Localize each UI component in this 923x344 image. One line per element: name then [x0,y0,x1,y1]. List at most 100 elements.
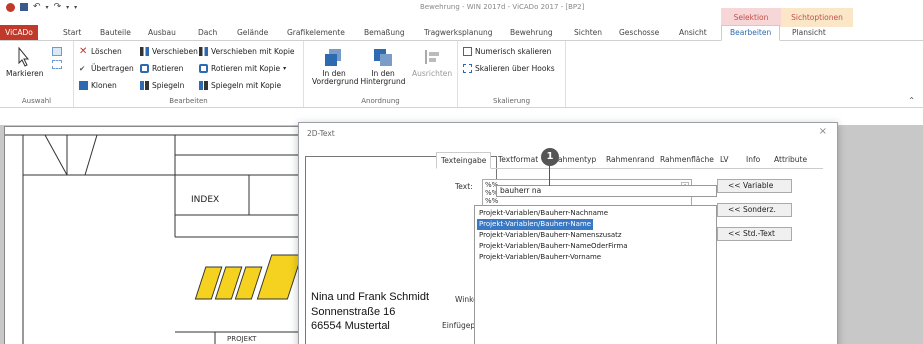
sonderzeichen-button[interactable]: << Sonderz. [717,203,792,217]
spiegeln-kopie-button[interactable]: Spiegeln mit Kopie [199,81,281,90]
window-title: Bewehrung - WIN 2017d - ViCADo 2017 - [B… [420,3,585,11]
group-anordnung: In den Vordergrund In den Hintergrund Au… [304,41,458,107]
delete-icon: ✕ [79,46,88,57]
preview-line: 66554 Mustertal [311,320,390,332]
callout-line [549,166,550,186]
tab-grafikelemente[interactable]: Grafikelemente [287,28,345,37]
skalieren-hooks-label: Skalieren über Hooks [475,64,555,73]
tab-file[interactable]: ViCADo [0,25,38,40]
rotate-copy-icon [199,64,208,73]
bring-to-front-icon [323,47,345,67]
preview-line: Sonnenstraße 16 [311,305,396,318]
dropdown-icon[interactable]: ▾ [66,4,69,11]
app-window: ↶ ▾ ↷ ▾ ▾ Bewehrung - WIN 2017d - ViCADo… [0,0,923,344]
tab-sichten[interactable]: Sichten [574,28,602,37]
loeschen-label: Löschen [91,47,122,56]
spiegeln-label: Spiegeln [152,81,185,90]
quick-access-toolbar: ↶ ▾ ↷ ▾ ▾ [6,2,77,12]
tab-texteingabe[interactable]: Texteingabe [436,152,492,169]
variable-search-input[interactable]: bauherr na [496,185,717,197]
numerisch-skalieren-button[interactable]: Numerisch skalieren [463,47,551,56]
standardtext-button[interactable]: << Std.-Text [717,227,792,241]
move-copy-icon [199,47,208,56]
tab-gelaende[interactable]: Gelände [237,28,268,37]
tab-dach[interactable]: Dach [198,28,217,37]
scale-numeric-icon [463,47,472,56]
tab-ausbau[interactable]: Ausbau [148,28,176,37]
verschieben-button[interactable]: Verschieben [140,47,198,56]
mb-logo-icon [194,254,301,300]
scale-hooks-icon [463,64,472,73]
text-row: %% [485,197,499,205]
skalieren-hooks-button[interactable]: Skalieren über Hooks [463,64,555,73]
save-icon[interactable] [20,3,28,11]
close-icon[interactable]: × [819,126,827,137]
group-label-auswahl: Auswahl [21,97,52,105]
context-tab-sichtoptionen[interactable]: Sichtoptionen [781,8,853,27]
tab-rahmentyp[interactable]: Rahmentyp [553,155,596,164]
ausrichten-button[interactable]: Ausrichten [412,47,452,78]
tab-geschosse[interactable]: Geschosse [619,28,659,37]
tab-rahmenrand[interactable]: Rahmenrand [606,155,654,164]
group-label-bearbeiten: Bearbeiten [169,97,208,105]
projekt-label: PROJEKT [227,335,257,343]
ribbon-tab-row: ViCADo Start Bauteile Ausbau Dach Geländ… [0,25,923,41]
uebertragen-button[interactable]: ✔ Übertragen [79,64,134,73]
dropdown-item[interactable]: Projekt-Variablen/Bauherr-NameOderFirma [477,241,630,252]
verschieben-kopie-button[interactable]: Verschieben mit Kopie [199,47,295,56]
dialog-2d-text: 2D-Text × Nina und Frank Schmidt Sonnens… [298,122,838,344]
klonen-button[interactable]: Klonen [79,81,117,90]
rotieren-kopie-label: Rotieren mit Kopie [211,64,281,73]
tab-bearbeiten[interactable]: Bearbeiten [721,25,781,41]
tab-textformat[interactable]: Textformat [498,155,538,164]
text-label: Text: [455,182,473,191]
select-mode-icon[interactable] [52,47,62,56]
dropdown-item[interactable]: Projekt-Variablen/Bauherr-Nachname [477,208,610,219]
tab-bauteile[interactable]: Bauteile [100,28,131,37]
tab-tragwerksplanung[interactable]: Tragwerksplanung [424,28,492,37]
vordergrund-label: In den Vordergrund [312,69,359,86]
hintergrund-label: In den Hintergrund [360,69,406,86]
mirror-icon [140,81,149,90]
plan-sheet: INDEX PROJEKT [4,126,305,344]
dialog-title: 2D-Text [307,129,335,138]
group-label-anordnung: Anordnung [361,97,400,105]
spiegeln-button[interactable]: Spiegeln [140,81,184,90]
callout-badge: 1 [541,148,559,166]
tab-bewehrung[interactable]: Bewehrung [510,28,553,37]
rotieren-button[interactable]: Rotieren [140,64,183,73]
tab-plansicht[interactable]: Plansicht [792,28,826,37]
tab-attribute[interactable]: Attribute [774,155,807,164]
preview-line: Nina und Frank Schmidt [311,291,429,303]
variable-dropdown: Projekt-Variablen/Bauherr-Nachname Proje… [474,205,717,344]
send-to-back-icon [372,47,394,67]
klonen-label: Klonen [91,81,117,90]
redo-icon[interactable]: ↷ [54,2,62,12]
dropdown-icon[interactable]: ▾ [46,4,49,11]
rotate-icon [140,64,149,73]
variable-button[interactable]: << Variable [717,179,792,193]
tab-info[interactable]: Info [746,155,760,164]
rotieren-kopie-button[interactable]: Rotieren mit Kopie ▾ [199,64,286,73]
index-label: INDEX [191,195,220,205]
app-logo-icon [6,2,15,12]
undo-icon[interactable]: ↶ [33,2,41,12]
select-window-icon[interactable] [52,60,62,69]
tab-bemassung[interactable]: Bemaßung [364,28,405,37]
dropdown-item-selected[interactable]: Projekt-Variablen/Bauherr-Name [477,219,594,230]
tab-lv[interactable]: LV [720,155,729,164]
tab-start[interactable]: Start [63,28,81,37]
group-auswahl: Markieren Auswahl [0,41,74,107]
loeschen-button[interactable]: ✕ Löschen [79,46,122,57]
dropdown-item[interactable]: Projekt-Variablen/Bauherr-Vorname [477,252,603,263]
hintergrund-button[interactable]: In den Hintergrund [360,47,406,86]
tab-ansicht[interactable]: Ansicht [679,28,707,37]
collapse-ribbon-icon[interactable]: ⌃ [908,96,915,105]
dropdown-item[interactable]: Projekt-Variablen/Bauherr-Namenszusatz [477,230,624,241]
vordergrund-button[interactable]: In den Vordergrund [312,47,359,86]
customize-qat-icon[interactable]: ▾ [74,4,77,11]
tab-rahmenflaeche[interactable]: Rahmenfläche [660,155,714,164]
verschieben-label: Verschieben [152,47,198,56]
markieren-button[interactable]: Markieren [6,46,43,78]
dialog-tabs: Texteingabe Textformat Rahmentyp Rahmenr… [436,152,823,169]
